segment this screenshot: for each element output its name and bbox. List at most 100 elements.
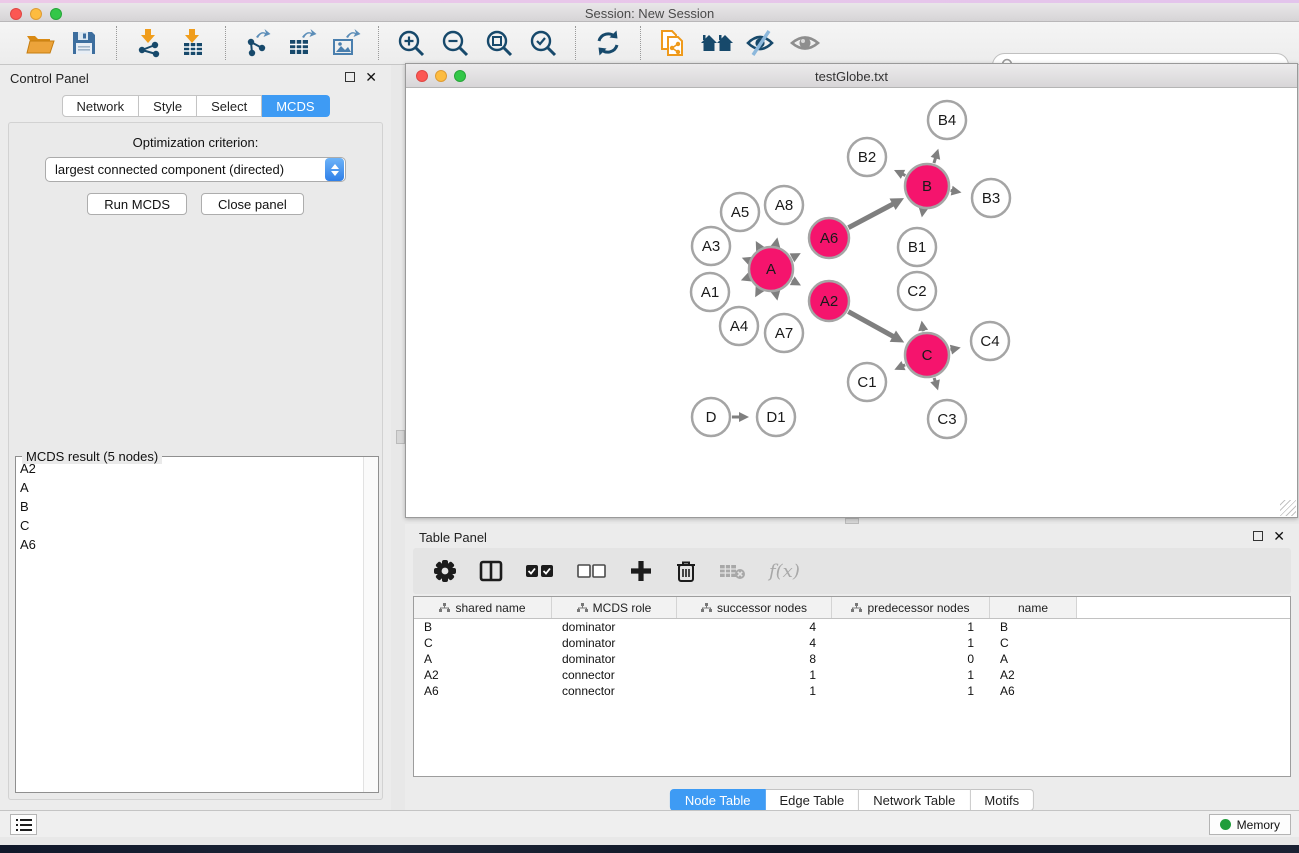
apply-function-button[interactable]: f(x)	[769, 561, 800, 582]
zoom-fit-button[interactable]	[481, 26, 517, 60]
show-columns-button[interactable]	[479, 559, 503, 583]
clone-network-button[interactable]	[655, 26, 691, 60]
hide-graphics-details-button[interactable]	[743, 26, 779, 60]
toolbar-separator	[640, 26, 641, 60]
mcds-scrollbar[interactable]	[363, 457, 378, 792]
delete-table-button[interactable]	[719, 561, 747, 581]
zoom-selected-button[interactable]	[525, 26, 561, 60]
mcds-result-list[interactable]: A2ABCA6	[16, 461, 363, 792]
network-canvas[interactable]: B4B2BB3A8A5A6A3B1AA1C2A2A4A7C4CC1DD1C3	[406, 88, 1297, 517]
delete-rows-button[interactable]	[675, 559, 697, 583]
column-header-shared-name[interactable]: shared name	[414, 597, 552, 618]
export-network-button[interactable]	[240, 26, 276, 60]
table-row[interactable]: A6connector11A6	[414, 683, 1290, 699]
mcds-result-item[interactable]: A2	[16, 461, 363, 480]
close-panel-button[interactable]: Close panel	[201, 193, 304, 215]
refresh-button[interactable]	[590, 26, 626, 60]
arrowhead-icon	[930, 379, 940, 390]
mcds-result-item[interactable]: A6	[16, 537, 363, 556]
node-label-B: B	[922, 178, 932, 195]
run-mcds-button[interactable]: Run MCDS	[87, 193, 187, 215]
edge-A6-B[interactable]	[848, 203, 894, 227]
clone-network-icon	[658, 27, 688, 59]
float-panel-icon[interactable]	[345, 72, 355, 82]
deselect-all-button[interactable]	[577, 562, 607, 580]
tab-network[interactable]: Network	[61, 95, 139, 117]
node-label-C1: C1	[857, 374, 876, 391]
float-table-panel-icon[interactable]	[1253, 531, 1263, 541]
table-row[interactable]: Cdominator41C	[414, 635, 1290, 651]
close-panel-icon[interactable]: ✕	[365, 72, 377, 82]
node-label-A4: A4	[730, 318, 748, 335]
table-options-button[interactable]	[433, 559, 457, 583]
save-session-button[interactable]	[66, 26, 102, 60]
column-header-predecessor-nodes[interactable]: predecessor nodes	[832, 597, 990, 618]
task-history-button[interactable]	[10, 814, 37, 835]
table-cell[interactable]: C	[990, 636, 1077, 650]
table-cell[interactable]: connector	[552, 668, 677, 682]
column-header-MCDS-role[interactable]: MCDS role	[552, 597, 677, 618]
resize-grip[interactable]	[1280, 500, 1296, 516]
table-tab-edge-table[interactable]: Edge Table	[765, 789, 859, 811]
table-cell[interactable]: A	[414, 652, 552, 666]
table-cell[interactable]: 8	[677, 652, 832, 666]
table-row[interactable]: A2connector11A2	[414, 667, 1290, 683]
table-cell[interactable]: 4	[677, 636, 832, 650]
network-canvas-svg[interactable]: B4B2BB3A8A5A6A3B1AA1C2A2A4A7C4CC1DD1C3	[406, 88, 1297, 517]
table-cell[interactable]: B	[990, 620, 1077, 634]
column-header-name[interactable]: name	[990, 597, 1077, 618]
import-table-button[interactable]	[175, 26, 211, 60]
add-row-button[interactable]	[629, 559, 653, 583]
table-cell[interactable]: 4	[677, 620, 832, 634]
shared-column-icon	[439, 603, 450, 613]
table-cell[interactable]: A6	[990, 684, 1077, 698]
close-table-panel-icon[interactable]: ✕	[1273, 531, 1285, 541]
show-graphics-details-button[interactable]	[787, 26, 823, 60]
mcds-result-item[interactable]: A	[16, 480, 363, 499]
table-cell[interactable]: connector	[552, 684, 677, 698]
edge-A2-C[interactable]	[848, 312, 894, 338]
tab-mcds[interactable]: MCDS	[262, 95, 329, 117]
table-cell[interactable]: 0	[832, 652, 990, 666]
home-layout-button[interactable]	[699, 26, 735, 60]
table-cell[interactable]: dominator	[552, 652, 677, 666]
criterion-dropdown[interactable]: largest connected component (directed)	[45, 157, 346, 182]
table-row[interactable]: Adominator80A	[414, 651, 1290, 667]
table-cell[interactable]: A	[990, 652, 1077, 666]
table-cell[interactable]: A2	[414, 668, 552, 682]
vertical-splitter-handle[interactable]	[396, 430, 405, 444]
table-cell[interactable]: dominator	[552, 620, 677, 634]
table-cell[interactable]: 1	[832, 636, 990, 650]
table-row[interactable]: Bdominator41B	[414, 619, 1290, 635]
table-cell[interactable]: 1	[832, 620, 990, 634]
zoom-in-button[interactable]	[393, 26, 429, 60]
table-tab-node-table[interactable]: Node Table	[670, 789, 766, 811]
export-table-button[interactable]	[284, 26, 320, 60]
table-cell[interactable]: 1	[677, 684, 832, 698]
table-cell[interactable]: A2	[990, 668, 1077, 682]
table-cell[interactable]: B	[414, 620, 552, 634]
network-window-titlebar[interactable]: testGlobe.txt	[406, 64, 1297, 88]
table-cell[interactable]: C	[414, 636, 552, 650]
control-panel-tabs: NetworkStyleSelectMCDS	[61, 95, 329, 117]
table-cell[interactable]: A6	[414, 684, 552, 698]
table-cell[interactable]: 1	[677, 668, 832, 682]
select-all-button[interactable]	[525, 562, 555, 580]
table-cell[interactable]: 1	[832, 684, 990, 698]
table-tab-motifs[interactable]: Motifs	[970, 789, 1034, 811]
memory-button[interactable]: Memory	[1209, 814, 1291, 835]
open-session-button[interactable]	[22, 26, 58, 60]
table-cell[interactable]: 1	[832, 668, 990, 682]
import-network-button[interactable]	[131, 26, 167, 60]
node-table[interactable]: shared nameMCDS rolesuccessor nodesprede…	[413, 596, 1291, 777]
export-image-button[interactable]	[328, 26, 364, 60]
mcds-result-item[interactable]: C	[16, 518, 363, 537]
column-header-successor-nodes[interactable]: successor nodes	[677, 597, 832, 618]
table-tab-network-table[interactable]: Network Table	[859, 789, 970, 811]
node-label-D: D	[706, 409, 717, 426]
tab-select[interactable]: Select	[197, 95, 262, 117]
zoom-out-button[interactable]	[437, 26, 473, 60]
tab-style[interactable]: Style	[139, 95, 197, 117]
table-cell[interactable]: dominator	[552, 636, 677, 650]
mcds-result-item[interactable]: B	[16, 499, 363, 518]
